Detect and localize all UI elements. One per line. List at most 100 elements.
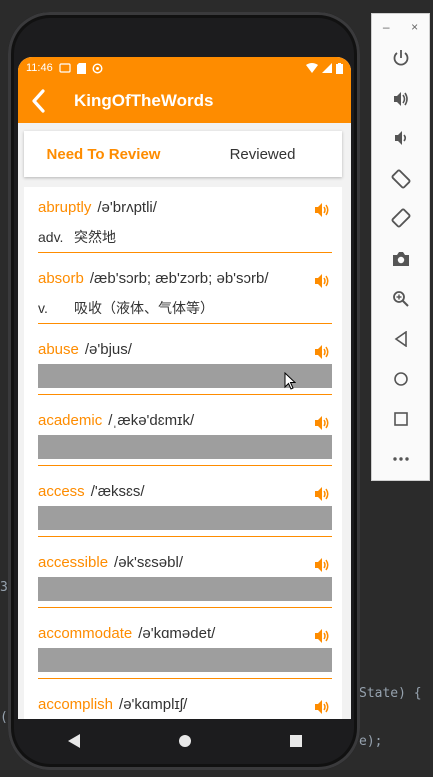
app-bar: KingOfTheWords [18,79,351,123]
ide-code-line: 3 [0,580,8,595]
back-arrow-icon [32,89,45,113]
minimize-button[interactable]: – [383,20,390,34]
emulator-toolbar: – × [371,13,430,481]
nav-back-icon [67,734,80,748]
meaning-cover[interactable] [38,435,332,459]
word-item[interactable]: accommodate/ə'kɑmədet/ [34,613,332,684]
nav-home-button[interactable] [175,731,195,751]
nav-overview-button[interactable] [286,731,306,751]
definition: 突然地 [74,229,116,245]
word-item[interactable]: accessible/ək'sɛsəbl/ [34,542,332,613]
zoom-icon [393,291,409,307]
phonetic-text: /ək'sɛsəbl/ [114,554,183,571]
emu-home-button[interactable] [389,367,413,391]
volume-up-icon [394,92,408,106]
word-item[interactable]: abruptly/ə'brʌptli/adv. 突然地 [34,187,332,258]
word-row: accomplish/ə'kɑmplɪʃ/ [38,696,187,713]
rotate-right-icon [391,208,411,228]
nav-home-icon [178,735,191,747]
speaker-icon[interactable] [314,201,332,219]
word-item[interactable]: academic/ˌækə'dɛmɪk/ [34,400,332,471]
word-row: accommodate/ə'kɑmədet/ [38,625,215,642]
speaker-icon[interactable] [314,485,332,503]
part-of-speech: adv. [38,229,64,245]
word-row: academic/ˌækə'dɛmɪk/ [38,412,194,429]
cast-icon [59,63,71,73]
word-text: accomplish [38,696,114,713]
meaning-text: adv. 突然地 [38,227,116,247]
word-row: abruptly/ə'brʌptli/ [38,199,157,216]
power-icon [393,50,409,66]
word-row: access /'æksɛs/ [38,483,145,500]
divider [38,607,332,608]
phonetic-text: /æb'sɔrb; æb'zɔrb; əb'sɔrb/ [89,270,269,287]
word-text: absorb [38,270,84,287]
nav-overview-icon [289,735,302,747]
speaker-icon[interactable] [314,272,332,290]
signal-icon [322,63,332,73]
more-button[interactable] [389,447,413,471]
nav-back-button[interactable] [64,731,84,751]
divider [38,252,332,253]
rotate-right-button[interactable] [389,206,413,230]
part-of-speech: v. [38,300,48,316]
speaker-icon[interactable] [314,343,332,361]
volume-down-icon [395,131,407,145]
speaker-icon[interactable] [314,627,332,645]
wifi-icon [306,63,318,73]
status-bar: 11:46 [18,57,351,79]
volume-down-button[interactable] [389,126,413,150]
mouse-cursor-icon [284,372,296,390]
app-title: KingOfTheWords [74,91,214,110]
rotate-left-button[interactable] [389,167,413,191]
camera-icon [393,252,409,266]
power-button[interactable] [389,46,413,70]
word-text: access [38,483,85,500]
content-area: Need To Review Reviewed abruptly/ə'brʌpt… [18,123,351,719]
phonetic-text: /ə'kɑmədet/ [138,625,216,642]
ide-code-line: State) { [359,686,422,701]
overview-icon [394,412,408,426]
divider [38,394,332,395]
meaning-text: v. 吸收（液体、气体等） [38,298,214,318]
emu-back-button[interactable] [389,327,413,351]
emu-overview-button[interactable] [389,407,413,431]
more-icon [393,457,409,461]
divider [38,536,332,537]
meaning-cover[interactable] [38,577,332,601]
ide-code-line: e); [359,734,383,749]
speaker-icon[interactable] [314,414,332,432]
word-item[interactable]: absorb/æb'sɔrb; æb'zɔrb; əb'sɔrb/v. 吸收（液体… [34,258,332,329]
tab-need-to-review[interactable]: Need To Review [24,146,183,163]
word-text: abuse [38,341,79,358]
tab-reviewed[interactable]: Reviewed [183,146,342,163]
word-text: accessible [38,554,109,571]
back-button[interactable] [18,79,58,123]
word-text: accommodate [38,625,133,642]
ide-code-line: ( [0,710,8,725]
meaning-cover[interactable] [38,648,332,672]
sync-icon [92,62,103,74]
close-button[interactable]: × [411,20,418,34]
divider [38,678,332,679]
word-item[interactable]: access /'æksɛs/ [34,471,332,542]
word-item[interactable]: accomplish/ə'kɑmplɪʃ/ [34,684,332,719]
word-row: absorb/æb'sɔrb; æb'zɔrb; əb'sɔrb/ [38,270,269,287]
divider [38,465,332,466]
home-icon [394,372,408,386]
phonetic-text: /ˌækə'dɛmɪk/ [108,412,195,429]
app-screen: 11:46 KingOfTheWords Need To Review Revi… [18,57,351,719]
speaker-icon[interactable] [314,556,332,574]
speaker-icon[interactable] [314,698,332,716]
word-text: abruptly [38,199,92,216]
word-row: abuse/ə'bjus/ [38,341,132,358]
tab-bar: Need To Review Reviewed [24,131,342,177]
phonetic-text: /ə'brʌptli/ [97,199,157,216]
phonetic-text: /'æksɛs/ [90,483,145,500]
zoom-button[interactable] [389,287,413,311]
word-list: abruptly/ə'brʌptli/adv. 突然地 absorb/æb'sɔrb… [24,187,342,719]
volume-up-button[interactable] [389,87,413,111]
rotate-left-icon [391,169,411,189]
screenshot-button[interactable] [389,247,413,271]
meaning-cover[interactable] [38,506,332,530]
